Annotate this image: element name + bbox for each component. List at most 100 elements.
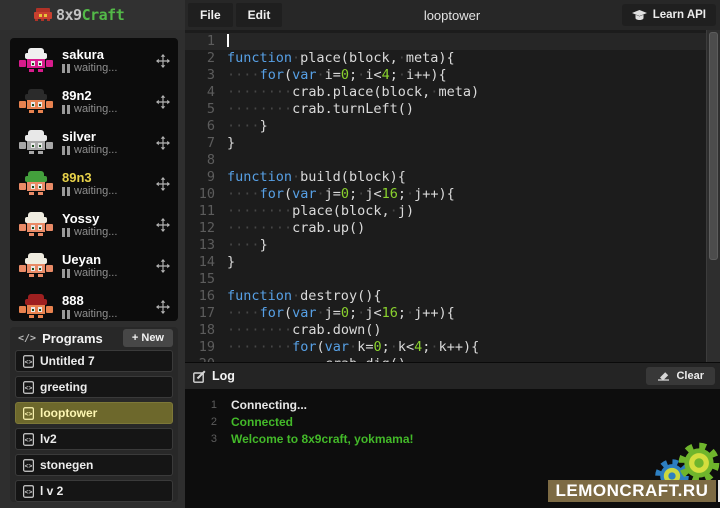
code-line[interactable]: ········crab.turnLeft() (227, 101, 414, 118)
player-name: silver (62, 129, 156, 144)
player-status: waiting... (62, 185, 156, 198)
editor-scrollbar[interactable] (706, 30, 720, 362)
graduation-cap-icon (632, 10, 647, 21)
programs-panel: </> Programs + New <> Untitled 7 <>greetin… (10, 327, 178, 502)
svg-text:<>: <> (25, 462, 33, 469)
code-line[interactable]: ····for(var·j=0;·j<16;·j++){ (227, 186, 455, 203)
programs-list: <>Untitled 7<>greeting<>looptower<>lv2<>… (10, 347, 178, 502)
player-status: waiting... (62, 267, 156, 280)
learn-api-button[interactable]: Learn API (622, 4, 716, 26)
log-line-number: 2 (185, 414, 217, 431)
player-list: sakurawaiting...89n2waiting...silverwait… (10, 38, 178, 321)
app-window: 8x9 Craft File Edit looptower Learn API … (0, 0, 720, 508)
move-icon[interactable] (156, 177, 170, 191)
player-status: waiting... (62, 103, 156, 116)
code-line[interactable]: ············crab.dig() (227, 356, 406, 362)
code-line[interactable]: ····for(var·j=0;·j<16;·j++){ (227, 305, 455, 322)
log-line-number: 1 (185, 397, 217, 414)
program-label: Untitled 7 (40, 354, 95, 368)
line-number: 2 (185, 50, 215, 67)
clear-label: Clear (676, 370, 704, 382)
code-brackets-icon: </> (18, 333, 36, 344)
player-row[interactable]: 89n2waiting... (10, 81, 178, 122)
move-icon[interactable] (156, 218, 170, 232)
player-row[interactable]: Ueyanwaiting... (10, 245, 178, 286)
player-status: waiting... (62, 144, 156, 157)
svg-text:<>: <> (25, 410, 33, 417)
move-icon[interactable] (156, 259, 170, 273)
player-status: waiting... (62, 226, 156, 239)
code-editor[interactable]: 12function·place(block,·meta){3····for(v… (185, 30, 720, 362)
logo-text-8x9: 8x9 (56, 6, 82, 24)
svg-text:<>: <> (25, 384, 33, 391)
line-number: 13 (185, 237, 215, 254)
programs-header: </> Programs + New (10, 327, 178, 347)
line-number: 14 (185, 254, 215, 271)
program-item[interactable]: <>lv2 (15, 428, 173, 450)
new-program-button[interactable]: + New (123, 329, 173, 347)
log-edit-icon (193, 370, 206, 383)
learn-api-label: Learn API (653, 9, 706, 21)
line-number: 15 (185, 271, 215, 288)
program-item[interactable]: <> stonegen (15, 454, 173, 476)
pause-icon (62, 269, 70, 278)
line-number: 19 (185, 339, 215, 356)
code-line[interactable]: ····} (227, 118, 268, 135)
code-line[interactable]: ········crab.down() (227, 322, 382, 339)
code-line[interactable]: ········crab.place(block,·meta) (227, 84, 479, 101)
pause-icon (62, 310, 70, 319)
edit-menu[interactable]: Edit (236, 3, 283, 27)
lemoncraft-watermark[interactable]: LEMONCRAFT.RU (548, 480, 716, 502)
log-message: Connecting... (231, 397, 307, 414)
clear-log-button[interactable]: Clear (646, 367, 715, 385)
move-icon[interactable] (156, 136, 170, 150)
player-name: 89n2 (62, 88, 156, 103)
code-line[interactable]: function·place(block,·meta){ (227, 50, 455, 67)
line-number: 17 (185, 305, 215, 322)
crab-avatar (19, 294, 53, 320)
program-item[interactable]: <> looptower (15, 402, 173, 424)
program-item[interactable]: <> Untitled 7 (15, 350, 173, 372)
player-name: 888 (62, 293, 156, 308)
player-name: Ueyan (62, 252, 156, 267)
code-line[interactable]: } (227, 135, 235, 152)
code-line[interactable]: ····for(var·i=0;·i<4;·i++){ (227, 67, 447, 84)
program-item[interactable]: <>greeting (15, 376, 173, 398)
file-icon: <> (23, 381, 34, 394)
move-icon[interactable] (156, 95, 170, 109)
logo: 8x9 Craft (0, 0, 185, 30)
file-icon: <> (23, 433, 34, 446)
program-label: stonegen (40, 458, 93, 472)
player-row[interactable]: 89n3waiting... (10, 163, 178, 204)
player-row[interactable]: 888waiting... (10, 286, 178, 321)
code-line[interactable]: ····} (227, 237, 268, 254)
file-menu[interactable]: File (188, 3, 233, 27)
pause-icon (62, 146, 70, 155)
svg-text:<>: <> (25, 436, 33, 443)
line-number: 16 (185, 288, 215, 305)
log-header: Log Clear (185, 363, 720, 389)
player-name: Yossy (62, 211, 156, 226)
scrollbar-thumb[interactable] (709, 32, 718, 260)
code-line[interactable]: function·build(block){ (227, 169, 406, 186)
code-line[interactable]: } (227, 254, 235, 271)
code-line[interactable]: ········for(var·k=0;·k<4;·k++){ (227, 339, 479, 356)
svg-text:<>: <> (25, 358, 33, 365)
code-line[interactable] (227, 33, 229, 50)
player-row[interactable]: Yossywaiting... (10, 204, 178, 245)
program-label: looptower (40, 406, 97, 420)
program-item[interactable]: <>l v 2 (15, 480, 173, 502)
line-number: 20 (185, 356, 215, 362)
line-number: 6 (185, 118, 215, 135)
crab-avatar (19, 89, 53, 115)
eraser-icon (657, 371, 670, 381)
move-icon[interactable] (156, 54, 170, 68)
code-line[interactable]: function·destroy(){ (227, 288, 381, 305)
code-line[interactable]: ········place(block,·j) (227, 203, 414, 220)
line-number: 8 (185, 152, 215, 169)
code-line[interactable]: ········crab.up() (227, 220, 365, 237)
player-row[interactable]: silverwaiting... (10, 122, 178, 163)
player-row[interactable]: sakurawaiting... (10, 40, 178, 81)
move-icon[interactable] (156, 300, 170, 314)
line-number: 10 (185, 186, 215, 203)
